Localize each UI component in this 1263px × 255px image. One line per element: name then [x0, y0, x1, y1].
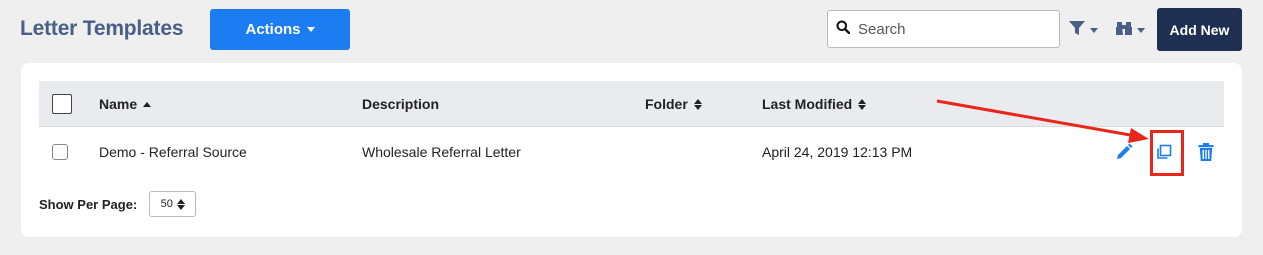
binoculars-dropdown-button[interactable]	[1115, 18, 1151, 42]
sort-icon	[693, 98, 702, 110]
table-row: Demo - Referral Source Wholesale Referra…	[39, 127, 1224, 177]
column-label: Name	[99, 96, 138, 112]
select-all-checkbox[interactable]	[52, 94, 72, 114]
table-header: Name Description Folder Last Modified	[39, 81, 1224, 127]
binoculars-icon	[1115, 19, 1133, 42]
show-per-page-label: Show Per Page:	[39, 196, 138, 212]
templates-card: Name Description Folder Last Modified De…	[21, 63, 1242, 237]
sort-icon	[858, 98, 867, 110]
row-checkbox[interactable]	[52, 144, 68, 160]
row-name[interactable]: Demo - Referral Source	[99, 127, 247, 177]
row-description: Wholesale Referral Letter	[362, 144, 521, 160]
annotation-highlight-box	[1150, 130, 1184, 176]
column-header-description: Description	[362, 81, 439, 127]
column-label: Description	[362, 96, 440, 112]
column-label: Last Modified	[762, 96, 853, 112]
page-title: Letter Templates	[20, 17, 184, 40]
actions-label: Actions	[245, 21, 301, 38]
caret-down-icon	[1137, 27, 1145, 33]
search-icon	[836, 20, 851, 39]
per-page-value: 50	[160, 198, 173, 210]
trash-icon[interactable]	[1196, 142, 1216, 162]
add-new-button[interactable]: Add New	[1157, 8, 1242, 51]
search-input[interactable]	[858, 20, 1048, 38]
row-last-modified: April 24, 2019 12:13 PM	[762, 144, 913, 160]
filter-dropdown-button[interactable]	[1068, 18, 1104, 42]
edit-icon[interactable]	[1114, 142, 1134, 162]
actions-dropdown-button[interactable]: Actions	[210, 9, 350, 50]
caret-down-icon	[1090, 27, 1098, 33]
sort-asc-icon	[143, 101, 152, 107]
search-box[interactable]	[827, 10, 1060, 48]
column-header-name[interactable]: Name	[99, 81, 152, 127]
per-page-select[interactable]: 50	[149, 191, 197, 217]
select-arrows-icon	[176, 198, 185, 210]
filter-icon	[1068, 19, 1086, 42]
show-per-page: Show Per Page: 50	[39, 191, 197, 217]
column-header-folder[interactable]: Folder	[645, 81, 702, 127]
caret-down-icon	[306, 27, 315, 32]
column-label: Folder	[645, 96, 688, 112]
column-header-last-modified[interactable]: Last Modified	[762, 81, 867, 127]
